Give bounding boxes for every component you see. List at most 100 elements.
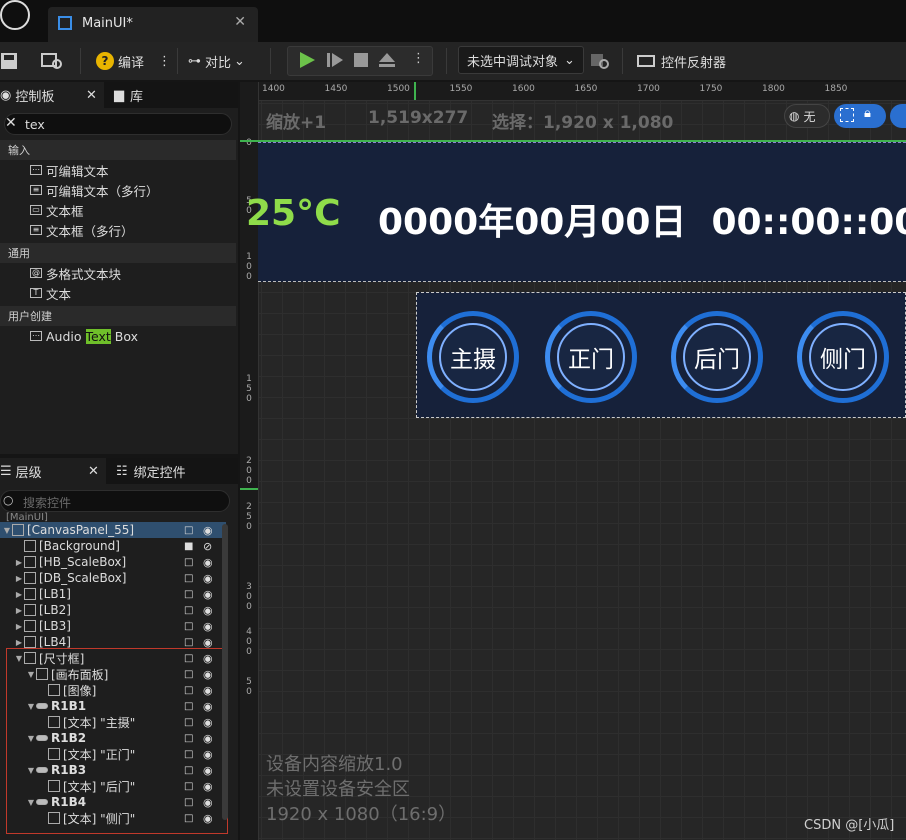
- eye-icon[interactable]: ◉: [203, 524, 213, 537]
- palette-search-input[interactable]: ✕ tex: [4, 113, 232, 135]
- widget-icon: [24, 604, 36, 616]
- hierarchy-row[interactable]: [Background] ■ ⊘: [0, 538, 226, 554]
- tab-title: MainUI*: [82, 16, 133, 31]
- palette-item-editable-text[interactable]: ⋯ 可编辑文本: [0, 160, 236, 180]
- stop-icon[interactable]: [352, 51, 370, 73]
- close-icon[interactable]: ✕: [234, 14, 246, 30]
- debug-object-dropdown[interactable]: 未选中调试对象 ⌄: [458, 46, 584, 74]
- tab-palette[interactable]: ◉ 控制板 ✕: [0, 82, 104, 108]
- unlock-icon[interactable]: □: [184, 557, 193, 568]
- diff-label: 对比: [205, 55, 232, 71]
- button-side-door[interactable]: 侧门: [797, 311, 889, 403]
- ruler-tick: 1400: [262, 84, 285, 94]
- expanded-arrow-icon[interactable]: ▼: [2, 526, 12, 535]
- hierarchy-row-label: [LB4]: [39, 635, 71, 649]
- ruler-tick: 1650: [574, 84, 598, 94]
- save-icon[interactable]: [0, 50, 20, 72]
- collapsed-arrow-icon[interactable]: ▶: [14, 606, 24, 615]
- hierarchy-search-input[interactable]: ○ 搜索控件: [0, 490, 230, 512]
- hierarchy-row[interactable]: ▼ [CanvasPanel_55] □ ◉: [0, 522, 226, 538]
- hierarchy-icon: ☰: [0, 463, 12, 479]
- eye-icon[interactable]: ◉: [203, 588, 213, 601]
- unlock-icon[interactable]: □: [184, 621, 193, 632]
- screen-size-toggle[interactable]: 🔒︎: [834, 104, 886, 128]
- widget-reflector-label: 控件反射器: [661, 55, 727, 71]
- hierarchy-row[interactable]: ▶ [LB2] □ ◉: [0, 602, 226, 618]
- browse-icon[interactable]: [40, 50, 66, 72]
- resolution-text: 1920 x 1080（16:9）: [266, 804, 457, 825]
- hierarchy-row[interactable]: ▶ [LB1] □ ◉: [0, 586, 226, 602]
- eject-icon[interactable]: [378, 51, 396, 73]
- tab-hierarchy[interactable]: ☰ 层级 ✕: [0, 458, 106, 484]
- hierarchy-panel: ☰ 层级 ✕ ☷ 绑定控件 ○ 搜索控件 [MainUI] ▼ [CanvasPa…: [0, 458, 238, 840]
- text-icon: T: [30, 288, 42, 298]
- palette-search-value: tex: [25, 117, 45, 132]
- advance-frame-icon[interactable]: [326, 51, 344, 73]
- unlock-icon[interactable]: □: [184, 573, 193, 584]
- play-options-icon[interactable]: ⋮: [412, 51, 425, 66]
- camera-buttons-widget[interactable]: 主摄 正门 后门 侧门: [416, 292, 906, 418]
- hierarchy-row[interactable]: ▶ [DB_ScaleBox] □ ◉: [0, 570, 226, 586]
- eye-icon[interactable]: ◉: [203, 620, 213, 633]
- play-controls: ⋮: [287, 46, 433, 76]
- hierarchy-row[interactable]: ▶ [LB3] □ ◉: [0, 618, 226, 634]
- ruler-tick: 1600: [512, 84, 535, 94]
- debug-browse-icon[interactable]: [590, 50, 610, 72]
- widget-reflector-button[interactable]: 控件反射器: [637, 50, 726, 72]
- diff-button[interactable]: ⊶ 对比 ⌄: [188, 50, 245, 72]
- palette-item-text-box-multiline[interactable]: ≡ 文本框（多行）: [0, 220, 236, 240]
- eye-icon[interactable]: ◉: [203, 556, 213, 569]
- play-icon[interactable]: [298, 51, 316, 73]
- lock-icon[interactable]: ■: [184, 541, 193, 552]
- eye-icon[interactable]: ◉: [203, 636, 213, 649]
- collapsed-arrow-icon[interactable]: ▶: [14, 558, 24, 567]
- palette-item-audio-text-box[interactable]: ⋯ Audio Text Box: [0, 326, 236, 346]
- eye-hidden-icon[interactable]: ⊘: [203, 540, 212, 553]
- eye-icon[interactable]: ◉: [203, 572, 213, 585]
- hierarchy-row[interactable]: ▶ [HB_ScaleBox] □ ◉: [0, 554, 226, 570]
- button-main-camera[interactable]: 主摄: [427, 311, 519, 403]
- tab-library[interactable]: ▆ 库: [114, 82, 143, 108]
- unreal-logo-icon[interactable]: [0, 0, 30, 30]
- header-widget[interactable]: 25°C 0000年00月00日 00::00::00: [246, 142, 906, 282]
- tab-mainui[interactable]: MainUI* ✕: [48, 7, 258, 42]
- eye-icon[interactable]: ◉: [203, 604, 213, 617]
- tab-bind-label: 绑定控件: [133, 465, 186, 481]
- unlock-icon[interactable]: □: [184, 589, 193, 600]
- tab-bind-widgets[interactable]: ☷ 绑定控件: [116, 458, 186, 484]
- palette-item-label: 可编辑文本: [46, 163, 109, 179]
- debug-target-label: 未选中调试对象: [467, 54, 559, 70]
- palette-item-text-box[interactable]: ▭ 文本框: [0, 200, 236, 220]
- hierarchy-row-label: [LB1]: [39, 587, 71, 601]
- category-input[interactable]: 输入: [0, 140, 236, 160]
- text-box-icon: ▭: [30, 205, 42, 215]
- collapsed-arrow-icon[interactable]: ▶: [14, 574, 24, 583]
- category-common[interactable]: 通用: [0, 243, 236, 263]
- button-front-door[interactable]: 正门: [545, 311, 637, 403]
- category-user-created[interactable]: 用户创建: [0, 306, 236, 326]
- palette-item-editable-text-multiline[interactable]: ≡ 可编辑文本（多行）: [0, 180, 236, 200]
- palette-icon: ◉: [0, 87, 12, 103]
- compile-button[interactable]: ? 编译 ⋮: [96, 50, 171, 72]
- close-icon[interactable]: ✕: [88, 464, 99, 479]
- hierarchy-scrollbar[interactable]: [222, 524, 228, 820]
- palette-item-rich-text-block[interactable]: @ 多格式文本块: [0, 263, 236, 283]
- palette-item-text[interactable]: T 文本: [0, 283, 236, 303]
- localization-preview-button[interactable]: ◍ 无: [784, 104, 830, 128]
- unlock-icon[interactable]: □: [184, 605, 193, 616]
- collapsed-arrow-icon[interactable]: ▶: [14, 638, 24, 647]
- category-label: 用户创建: [8, 310, 52, 323]
- guide-marker: [240, 488, 258, 490]
- collapsed-arrow-icon[interactable]: ▶: [14, 622, 24, 631]
- ruler-horizontal: 1400 1450 1500 1550 1600 1650 1700 1750 1800 1850: [258, 82, 906, 101]
- palette-item-label: 多格式文本块: [46, 266, 122, 282]
- unlock-icon[interactable]: □: [184, 525, 193, 536]
- more-options-icon[interactable]: ⋮: [158, 54, 171, 69]
- collapsed-arrow-icon[interactable]: ▶: [14, 590, 24, 599]
- unlock-icon[interactable]: □: [184, 637, 193, 648]
- monitor-icon: [637, 55, 655, 67]
- close-icon[interactable]: ✕: [86, 88, 97, 103]
- clear-search-icon[interactable]: ✕: [5, 115, 17, 131]
- ruler-tick: 1550: [449, 84, 473, 94]
- button-back-door[interactable]: 后门: [671, 311, 763, 403]
